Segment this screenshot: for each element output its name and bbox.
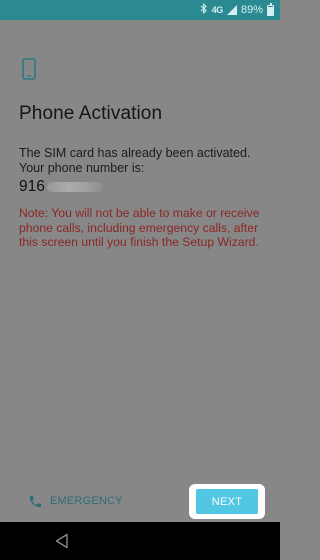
battery-icon bbox=[267, 2, 274, 16]
battery-level bbox=[268, 6, 273, 15]
status-bar: 4G 89% bbox=[0, 0, 280, 20]
battery-percent: 89% bbox=[240, 4, 263, 16]
navigation-bar bbox=[0, 522, 280, 560]
phone-number: 916 bbox=[19, 178, 103, 196]
warning-note: Note: You will not be able to make or re… bbox=[19, 206, 260, 250]
network-type-label: 4G bbox=[211, 5, 224, 15]
phone-number-prefix: 916 bbox=[19, 178, 45, 195]
emergency-button[interactable]: EMERGENCY bbox=[28, 491, 123, 511]
phone-number-redacted bbox=[46, 182, 103, 192]
signal-icon bbox=[226, 5, 237, 15]
back-icon[interactable] bbox=[55, 533, 69, 549]
next-label: NEXT bbox=[211, 495, 243, 508]
next-button[interactable]: NEXT bbox=[196, 489, 258, 514]
activation-info-text: The SIM card has already been activated.… bbox=[19, 146, 251, 175]
phone-icon bbox=[22, 58, 36, 80]
phone-call-icon bbox=[28, 494, 43, 509]
page-title: Phone Activation bbox=[19, 103, 163, 124]
bluetooth-icon bbox=[200, 2, 208, 18]
emergency-label: EMERGENCY bbox=[50, 495, 123, 507]
status-icons: 4G 89% bbox=[200, 2, 274, 18]
